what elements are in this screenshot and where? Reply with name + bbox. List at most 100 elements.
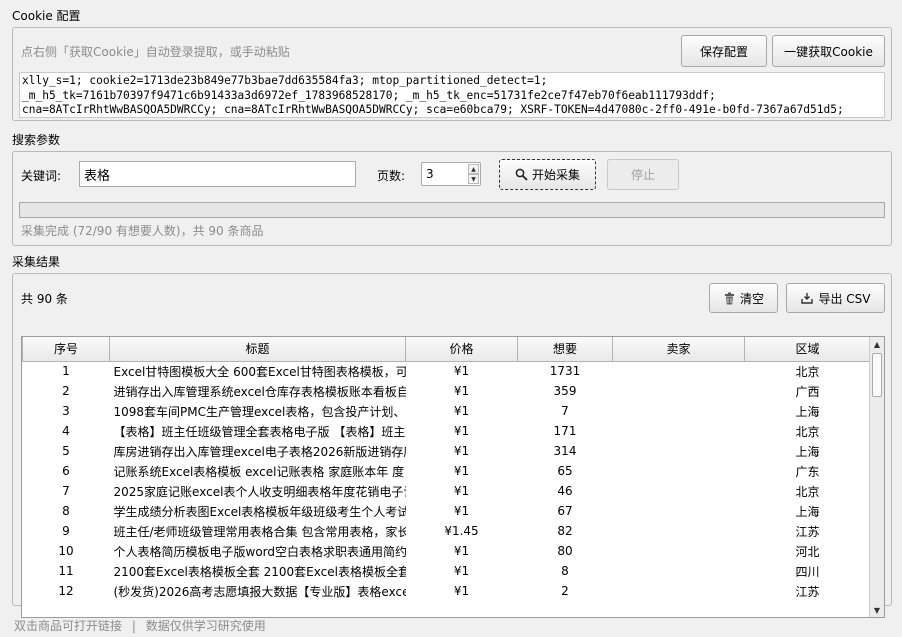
table-cell: ¥1 xyxy=(453,444,470,458)
clear-button[interactable]: 清空 xyxy=(709,283,778,313)
scroll-down-icon[interactable]: ▼ xyxy=(870,603,884,617)
table-cell: 上海 xyxy=(795,444,820,459)
collect-status: 采集完成 (72/90 有想要人数)，共 90 条商品 xyxy=(21,224,264,238)
table-cell: 46 xyxy=(557,484,573,498)
table-cell: 2100套Excel表格模板全套 2100套Excel表格模板全套 xyxy=(113,564,406,579)
keyword-label: 关键词: xyxy=(21,169,62,183)
progress-bar xyxy=(19,202,885,218)
footer-separator: | xyxy=(131,619,136,633)
scroll-thumb[interactable] xyxy=(872,353,882,397)
table-cell: 【表格】班主任班级管理全套表格电子版 【表格】班主任 xyxy=(113,424,406,439)
table-cell: 3 xyxy=(62,404,70,418)
column-header[interactable]: 价格 xyxy=(405,337,518,362)
table-cell: 四川 xyxy=(795,564,820,579)
table-cell: 171 xyxy=(553,424,577,438)
clear-label: 清空 xyxy=(739,291,764,306)
cookie-line-2: _m_h5_tk=7161b70397f9471c6b91433a3d6972e… xyxy=(22,88,716,102)
table-cell: 江苏 xyxy=(795,524,820,539)
table-row[interactable]: 1 Excel甘特图模板大全 600套Excel甘特图表格模板，可编辑 ¥1 1731… xyxy=(23,361,871,381)
footer-hint: 双击商品可打开链接 | 数据仅供学习研究使用 xyxy=(14,617,266,634)
cookie-section-title: Cookie 配置 xyxy=(12,9,81,23)
table-row[interactable]: 9 班主任/老师班级管理常用表格合集 包含常用表格，家长 ¥1.45 82 江苏 xyxy=(23,521,871,541)
table-cell: 北京 xyxy=(795,424,820,439)
table-cell: 河北 xyxy=(795,544,820,559)
start-collect-button[interactable]: 开始采集 xyxy=(499,159,596,190)
keyword-input[interactable]: 表格 xyxy=(79,161,356,187)
table-cell: 5 xyxy=(62,444,70,458)
table-cell: ¥1 xyxy=(453,564,470,578)
pages-value: 3 xyxy=(426,167,434,181)
table-cell xyxy=(613,381,745,401)
fetch-cookie-button[interactable]: 一键获取Cookie xyxy=(772,35,885,67)
table-cell xyxy=(613,401,745,421)
table-cell: 记账系统Excel表格模板 excel记账表格 家庭账本年 度 xyxy=(113,464,405,479)
table-cell: 2 xyxy=(561,584,569,598)
table-row[interactable]: 10 个人表格简历模板电子版word空白表格求职表通用简约 ¥1 80 河北 xyxy=(23,541,871,561)
column-header[interactable]: 区域 xyxy=(744,337,871,362)
table-cell: 2025家庭记账excel表个人收支明细表格年度花销电子记账 xyxy=(113,484,406,499)
table-cell: 上海 xyxy=(795,504,820,519)
table-cell xyxy=(613,421,745,441)
column-header[interactable]: 序号 xyxy=(22,337,110,362)
footer-hint-open-link: 双击商品可打开链接 xyxy=(14,619,123,633)
table-cell: ¥1 xyxy=(453,484,470,498)
pages-spinbox[interactable]: 3 ▲ ▼ xyxy=(421,162,481,186)
table-row[interactable]: 3 1098套车间PMC生产管理excel表格，包含投产计划、 ¥1 7 上海 xyxy=(23,401,871,421)
table-cell xyxy=(613,461,745,481)
scroll-up-icon[interactable]: ▲ xyxy=(870,337,884,351)
table-cell: 个人表格简历模板电子版word空白表格求职表通用简约 xyxy=(113,544,406,559)
table-row[interactable]: 11 2100套Excel表格模板全套 2100套Excel表格模板全套 ¥1 8 四川 xyxy=(23,561,871,581)
table-cell: ¥1.45 xyxy=(444,524,479,538)
table-cell: 67 xyxy=(557,504,573,518)
table-row[interactable]: 2 进销存出入库管理系统excel仓库存表格模板账本看板自动 ¥1 359 广西 xyxy=(23,381,871,401)
column-header[interactable]: 卖家 xyxy=(612,337,745,362)
export-icon xyxy=(801,292,814,304)
table-cell: 12 xyxy=(58,584,74,598)
table-header-row: 序号 标题 价格 想要 卖家 区域 xyxy=(22,337,871,362)
table-cell: 65 xyxy=(557,464,573,478)
table-row[interactable]: 5 库房进销存出入库管理excel电子表格2026新版进销存库存 ¥1 314 上海 xyxy=(23,441,871,461)
keyword-value: 表格 xyxy=(84,168,111,184)
export-csv-button[interactable]: 导出 CSV xyxy=(786,283,885,313)
search-section-title: 搜索参数 xyxy=(12,133,61,147)
column-header[interactable]: 标题 xyxy=(109,337,406,362)
table-cell xyxy=(613,541,745,561)
table-row[interactable]: 7 2025家庭记账excel表个人收支明细表格年度花销电子记账 ¥1 46 北京 xyxy=(23,481,871,501)
table-row[interactable]: 6 记账系统Excel表格模板 excel记账表格 家庭账本年 度 ¥1 65 广东 xyxy=(23,461,871,481)
stop-button[interactable]: 停止 xyxy=(607,159,679,190)
table-row[interactable]: 8 学生成绩分析表图Excel表格模板年级班级考生个人考试 ¥1 67 上海 xyxy=(23,501,871,521)
table-cell: 1731 xyxy=(549,364,581,379)
table-cell: ¥1 xyxy=(453,404,470,418)
table-cell: 8 xyxy=(561,564,569,578)
table-cell: 6 xyxy=(62,464,70,478)
table-cell: ¥1 xyxy=(453,504,470,518)
table-cell: 1 xyxy=(62,364,70,379)
save-config-button[interactable]: 保存配置 xyxy=(681,35,767,67)
search-icon xyxy=(515,168,528,181)
table-cell: 班主任/老师班级管理常用表格合集 包含常用表格，家长 xyxy=(113,524,406,539)
table-cell: 10 xyxy=(58,544,74,558)
spin-down-icon[interactable]: ▼ xyxy=(468,174,479,184)
cookie-textarea[interactable]: xlly_s=1; cookie2=1713de23b849e77b3bae7d… xyxy=(19,72,885,118)
spin-up-icon[interactable]: ▲ xyxy=(468,164,479,174)
table-cell: 80 xyxy=(557,544,573,558)
table-cell: 江苏 xyxy=(795,584,820,599)
table-cell xyxy=(613,561,745,581)
results-group: 共 90 条 清空 导出 CSV 序号 标题 价格 想要 卖家 区域 1 Excel甘特图模… xyxy=(12,273,892,618)
table-cell: 广东 xyxy=(795,464,820,479)
pages-label: 页数: xyxy=(377,169,406,183)
table-cell: 4 xyxy=(62,424,70,438)
table-cell: 314 xyxy=(553,444,577,458)
table-cell xyxy=(613,481,745,501)
results-table[interactable]: 序号 标题 价格 想要 卖家 区域 1 Excel甘特图模板大全 600套Excel甘特图表… xyxy=(21,336,885,618)
table-cell: ¥1 xyxy=(453,384,470,398)
table-cell: 7 xyxy=(561,404,569,418)
table-cell: Excel甘特图模板大全 600套Excel甘特图表格模板，可编辑 xyxy=(113,364,406,379)
table-row[interactable]: 12 (秒发货)2026高考志愿填报大数据【专业版】表格excel ¥1 2 江苏 xyxy=(23,581,871,601)
column-header[interactable]: 想要 xyxy=(517,337,613,362)
table-cell: 库房进销存出入库管理excel电子表格2026新版进销存库存 xyxy=(113,444,406,459)
cookie-group: 点右侧「获取Cookie」自动登录提取，或手动粘贴 保存配置 一键获取Cooki… xyxy=(12,27,892,121)
table-cell: (秒发货)2026高考志愿填报大数据【专业版】表格excel xyxy=(113,584,406,599)
table-row[interactable]: 4 【表格】班主任班级管理全套表格电子版 【表格】班主任 ¥1 171 北京 xyxy=(23,421,871,441)
table-vscrollbar[interactable]: ▲ ▼ xyxy=(869,337,884,617)
